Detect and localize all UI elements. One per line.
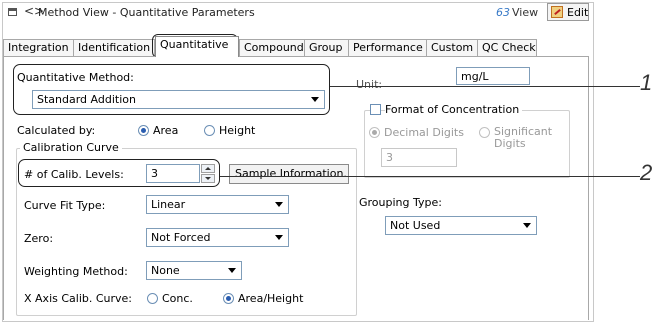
x-axis-area-height-label: Area/Height [238, 292, 304, 305]
decimal-digits-label: Decimal Digits [384, 126, 464, 139]
callout-1-number: 1 [640, 70, 653, 95]
calc-area-label: Area [153, 124, 179, 137]
tab-group[interactable]: Group [304, 39, 349, 56]
weighting-select[interactable]: None [146, 261, 242, 280]
window-title: Method View - Quantitative Parameters [38, 6, 255, 19]
chevron-down-icon [523, 223, 531, 228]
tab-performance[interactable]: Performance [348, 39, 427, 56]
chevron-down-icon [275, 202, 283, 207]
weighting-value: None [151, 264, 180, 277]
x-axis-conc-label: Conc. [162, 292, 193, 305]
tab-custom[interactable]: Custom [426, 39, 478, 56]
format-concentration-checkbox[interactable] [370, 104, 381, 115]
weighting-label: Weighting Method: [24, 265, 128, 278]
tab-identification[interactable]: Identification [73, 39, 155, 56]
calc-area-radio[interactable] [138, 125, 149, 136]
calc-height-label: Height [219, 124, 256, 137]
digits-input[interactable]: 3 [381, 148, 457, 167]
callout-2-box [18, 159, 220, 187]
grouping-type-value: Not Used [390, 219, 441, 232]
callout-1-box [13, 64, 330, 115]
sample-information-button[interactable]: Sample Information... [229, 164, 349, 184]
glasses-icon: 63 [496, 6, 510, 19]
x-axis-label: X Axis Calib. Curve: [24, 292, 133, 305]
calculated-by-label: Calculated by: [17, 124, 96, 137]
tab-compound[interactable]: Compound [239, 39, 305, 56]
curve-fit-value: Linear [151, 198, 186, 211]
edit-label: Edit [567, 6, 589, 19]
digits-value: 3 [386, 151, 393, 164]
edit-pencil-icon [551, 6, 563, 18]
grouping-type-select[interactable]: Not Used [385, 216, 537, 235]
zero-label: Zero: [24, 232, 54, 245]
zero-select[interactable]: Not Forced [146, 228, 289, 247]
callout-1-leader [330, 86, 640, 87]
title-bar: <> Method View - Quantitative Parameters… [3, 3, 593, 25]
significant-digits-radio[interactable] [479, 127, 490, 138]
callout-2-number: 2 [640, 160, 653, 185]
chevron-down-icon [275, 235, 283, 240]
x-axis-conc-radio[interactable] [147, 293, 158, 304]
x-axis-area-height-radio[interactable] [223, 293, 234, 304]
tab-integration[interactable]: Integration [3, 39, 74, 56]
grouping-type-label: Grouping Type: [359, 196, 442, 209]
unit-input[interactable]: mg/L [456, 67, 530, 85]
curve-fit-select[interactable]: Linear [146, 195, 289, 214]
unit-value: mg/L [461, 70, 489, 83]
view-button[interactable]: 63 View [496, 6, 538, 19]
callout-2-leader [220, 176, 640, 177]
window-icon [8, 8, 17, 16]
edit-button[interactable]: Edit [547, 3, 589, 21]
zero-value: Not Forced [151, 231, 211, 244]
format-concentration-label: Format of Concentration [385, 103, 523, 116]
curve-fit-label: Curve Fit Type: [24, 199, 106, 212]
tab-qc-check[interactable]: QC Check [477, 39, 537, 56]
decimal-digits-radio[interactable] [369, 127, 380, 138]
calc-height-radio[interactable] [204, 125, 215, 136]
chevron-down-icon [228, 268, 236, 273]
view-label: View [512, 6, 539, 19]
unit-label: Unit: [356, 78, 383, 91]
tab-quantitative[interactable]: Quantitative [155, 36, 239, 57]
calibration-curve-legend: Calibration Curve [20, 141, 122, 154]
significant-digits-label: Significant Digits [494, 125, 553, 150]
